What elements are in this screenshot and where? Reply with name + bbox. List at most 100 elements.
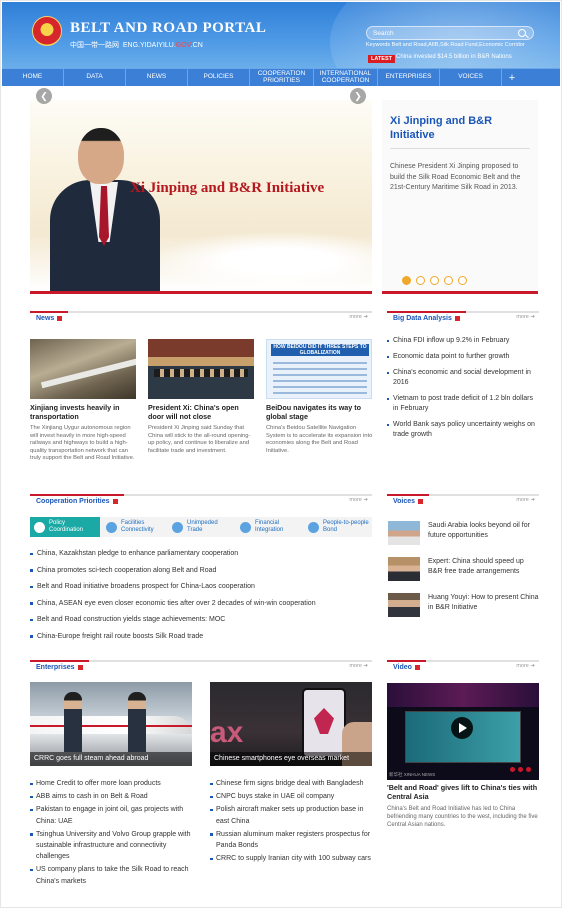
list-item[interactable]: Belt and Road initiative broadens prospe… — [30, 582, 372, 591]
voices-more-link[interactable]: more ➔ — [516, 497, 535, 503]
list-item[interactable]: China, ASEAN eye even closer economic ti… — [30, 599, 372, 608]
list-item[interactable]: US company plans to take the Silk Road t… — [30, 864, 192, 886]
hero-side-title[interactable]: Xi Jinping and B&R Initiative — [390, 114, 532, 142]
hero-slide-image[interactable]: Xi Jinping and B&R Initiative — [30, 100, 372, 294]
list-item[interactable]: China promotes sci-tech cooperation alon… — [30, 566, 372, 575]
voices-section-title[interactable]: Voices — [393, 498, 415, 505]
list-item[interactable]: Home Credit to offer more loan products — [30, 778, 192, 789]
video-section-title[interactable]: Video — [393, 664, 412, 671]
nav-home[interactable]: HOME — [2, 69, 64, 86]
video-dot[interactable] — [510, 767, 515, 772]
news-section-title[interactable]: News — [36, 315, 54, 322]
nav-policies[interactable]: POLICIES — [188, 69, 250, 86]
voice-title[interactable]: Saudi Arabia looks beyond oil for future… — [428, 521, 540, 541]
carousel-dot[interactable] — [458, 276, 467, 285]
voice-item[interactable]: Huang Youyi: How to present China in B&R… — [388, 593, 540, 619]
carousel-dot[interactable] — [444, 276, 453, 285]
news-section-header: News more ➔ — [30, 311, 372, 324]
hero-side-panel: Xi Jinping and B&R Initiative Chinese Pr… — [382, 100, 538, 294]
list-item[interactable]: Tsinghua University and Volvo Group grap… — [30, 829, 192, 863]
nav-news[interactable]: NEWS — [126, 69, 188, 86]
news-title[interactable]: BeiDou navigates its way to global stage — [266, 403, 374, 421]
nav-voices[interactable]: VOICES — [440, 69, 502, 86]
avatar — [388, 593, 420, 617]
search-input[interactable] — [367, 27, 497, 39]
search-icon[interactable] — [518, 29, 526, 37]
list-item[interactable]: Vietnam to post trade deficit of 1.2 bln… — [387, 394, 539, 414]
portrait-figure — [50, 128, 160, 291]
voice-item[interactable]: Expert: China should speed up B&R free t… — [388, 557, 540, 583]
news-image-meeting[interactable] — [148, 339, 254, 399]
carousel-prev-icon[interactable]: ❮ — [36, 88, 52, 104]
tab-facilities-connectivity[interactable]: Facilities Connectivity — [106, 517, 166, 537]
hero-caption: Xi Jinping and B&R Initiative — [130, 180, 325, 196]
enterprise-image-train[interactable]: CRRC goes full steam ahead abroad — [30, 682, 192, 766]
enterprise-list-left: Home Credit to offer more loan products … — [30, 778, 192, 889]
news-more-link[interactable]: more ➔ — [349, 314, 368, 320]
site-subtitle: 中国一带一路网 ENG.YIDAIYILU.GOV.CN — [70, 40, 203, 50]
tab-financial-integration[interactable]: Financial Integration — [240, 517, 304, 537]
carousel-dot[interactable] — [430, 276, 439, 285]
list-item[interactable]: World Bank says policy uncertainty weigh… — [387, 420, 539, 440]
tab-people-to-people-bond[interactable]: People-to-people Bond — [308, 517, 372, 537]
trade-icon — [172, 521, 183, 533]
tab-policy-coordination[interactable]: Policy Coordination — [30, 517, 100, 537]
list-item[interactable]: Chinese firm signs bridge deal with Bang… — [210, 778, 372, 789]
voice-title[interactable]: Huang Youyi: How to present China in B&R… — [428, 593, 540, 613]
news-image-railway[interactable] — [30, 339, 136, 399]
flag-icon — [418, 499, 424, 504]
site-title[interactable]: BELT AND ROAD PORTAL — [70, 20, 266, 37]
video-player[interactable]: 新华社 XINHUA NEWS — [387, 683, 539, 780]
cooperation-more-link[interactable]: more ➔ — [349, 497, 368, 503]
video-dot[interactable] — [526, 767, 531, 772]
list-item[interactable]: CNPC buys stake in UAE oil company — [210, 791, 372, 802]
news-title[interactable]: Xinjiang invests heavily in transportati… — [30, 403, 138, 421]
flag-icon — [57, 316, 63, 321]
news-image-beidou[interactable]: HOW BEIDOU DID IT THREE STEPS TO GLOBALI… — [266, 339, 372, 399]
tab-unimpeded-trade[interactable]: Unimpeded Trade — [172, 517, 232, 537]
enterprise-image-phone[interactable]: ax Chinese smartphones eye overseas mark… — [210, 682, 372, 766]
list-item[interactable]: China's economic and social development … — [387, 368, 539, 388]
list-item[interactable]: CRRC to supply Iranian city with 100 sub… — [210, 853, 372, 864]
search-keywords[interactable]: Keywords Belt and Road,AIIB,Silk Road Fu… — [366, 42, 525, 48]
list-item[interactable]: Russian aluminum maker registers prospec… — [210, 829, 372, 851]
big-data-section-title[interactable]: Big Data Analysis — [393, 315, 452, 322]
video-title[interactable]: 'Belt and Road' gives lift to China's ti… — [387, 783, 539, 801]
enterprise-image-caption[interactable]: Chinese smartphones eye overseas market — [210, 752, 372, 766]
cooperation-list: China, Kazakhstan pledge to enhance parl… — [30, 549, 372, 649]
list-item[interactable]: China FDI inflow up 9.2% in February — [387, 336, 539, 346]
list-item[interactable]: Pakistan to engage in joint oil, gas pro… — [30, 804, 192, 826]
flag-icon — [112, 499, 118, 504]
beidou-image-text: HOW BEIDOU DID IT THREE STEPS TO GLOBALI… — [271, 344, 369, 356]
list-item[interactable]: Polish aircraft maker sets up production… — [210, 804, 372, 826]
news-title[interactable]: President Xi: China's open door will not… — [148, 403, 256, 421]
big-data-more-link[interactable]: more ➔ — [516, 314, 535, 320]
nav-enterprises[interactable]: ENTERPRISES — [378, 69, 440, 86]
list-item[interactable]: Economic data point to further growth — [387, 352, 539, 362]
nav-international-cooperation[interactable]: INTERNATIONAL COOPERATION — [314, 69, 378, 86]
list-item[interactable]: ABB aims to cash in on Belt & Road — [30, 791, 192, 802]
video-section-header: Video more ➔ — [387, 660, 539, 673]
list-item[interactable]: Belt and Road construction yields stage … — [30, 615, 372, 624]
video-more-link[interactable]: more ➔ — [516, 663, 535, 669]
enterprises-section-title[interactable]: Enterprises — [36, 664, 75, 671]
national-emblem-icon[interactable] — [32, 16, 62, 46]
nav-more-plus-icon[interactable]: + — [502, 69, 522, 86]
enterprise-image-caption[interactable]: CRRC goes full steam ahead abroad — [30, 752, 192, 766]
latest-badge: LATEST — [368, 55, 395, 63]
enterprises-more-link[interactable]: more ➔ — [349, 663, 368, 669]
nav-cooperation-priorities[interactable]: COOPERATION PRIORITIES — [250, 69, 314, 86]
carousel-dot[interactable] — [402, 276, 411, 285]
list-item[interactable]: China, Kazakhstan pledge to enhance parl… — [30, 549, 372, 558]
play-icon[interactable] — [451, 717, 473, 739]
carousel-next-icon[interactable]: ❯ — [350, 88, 366, 104]
latest-ticker[interactable]: China invested $14.5 billion in B&R Nati… — [396, 54, 512, 60]
voice-item[interactable]: Saudi Arabia looks beyond oil for future… — [388, 521, 540, 547]
video-dot[interactable] — [518, 767, 523, 772]
carousel-dot[interactable] — [416, 276, 425, 285]
list-item[interactable]: China-Europe freight rail route boosts S… — [30, 632, 372, 641]
nav-data[interactable]: DATA — [64, 69, 126, 86]
enterprise-list-right: Chinese firm signs bridge deal with Bang… — [210, 778, 372, 866]
voice-title[interactable]: Expert: China should speed up B&R free t… — [428, 557, 540, 577]
cooperation-section-title[interactable]: Cooperation Priorities — [36, 498, 110, 505]
